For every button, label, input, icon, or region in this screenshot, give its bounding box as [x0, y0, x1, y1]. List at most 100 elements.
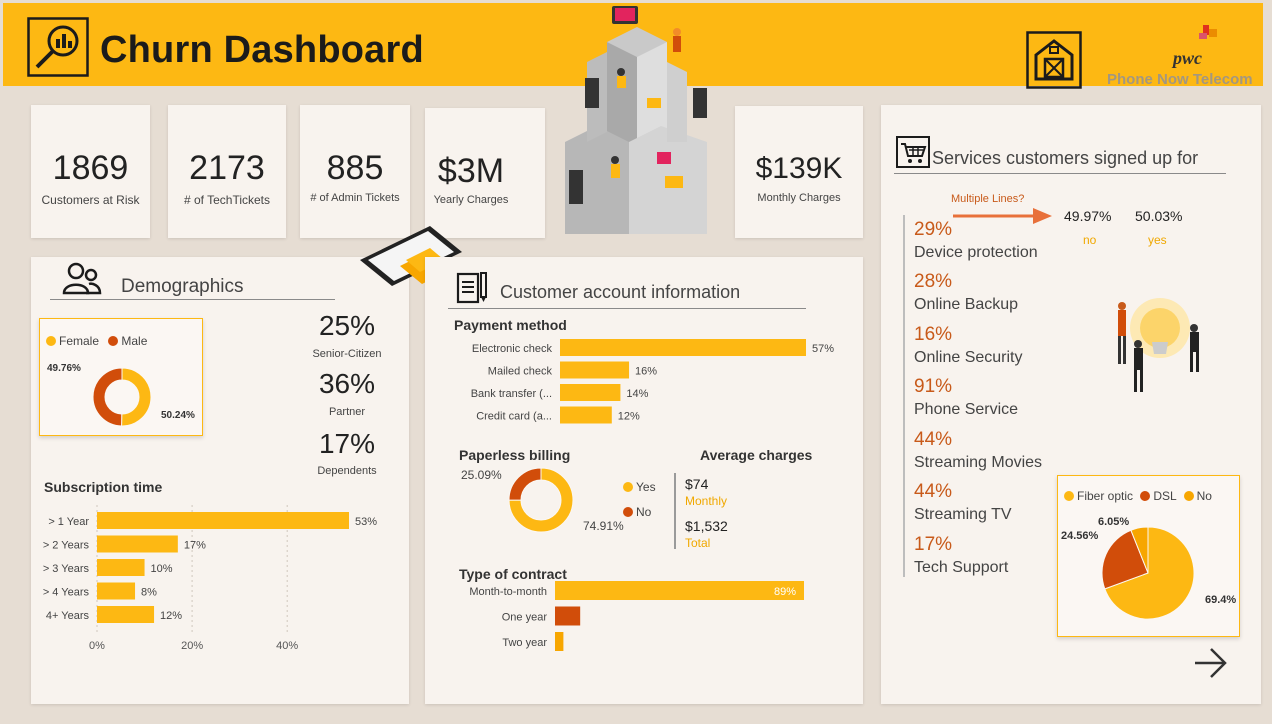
kpi-value: $139K: [755, 152, 843, 185]
subscription-bar: [97, 512, 349, 529]
subscription-value-label: 8%: [141, 587, 157, 599]
kpi-card-monthly-charges: $139K Monthly Charges: [735, 106, 863, 238]
paperless-legend-no: No: [623, 505, 651, 519]
payment-bar: [560, 339, 806, 356]
services-title: Services customers signed up for: [932, 148, 1199, 168]
internet-label-dsl: 24.56%: [1061, 530, 1099, 542]
kpi-value: 1869: [52, 149, 129, 187]
internet-service-pie-chart: [1101, 526, 1195, 620]
average-charges-title: Average charges: [700, 447, 813, 463]
kpi-value: $3M: [437, 152, 505, 190]
contract-bar: [555, 581, 804, 600]
service-name-online-backup: Online Backup: [914, 296, 1019, 313]
subscription-category-label: > 4 Years: [43, 587, 90, 599]
service-pct-phone-service: 91%: [914, 376, 953, 397]
kpi-card-customers-at-risk: 1869 Customers at Risk: [31, 105, 150, 238]
subscription-time-title: Subscription time: [44, 479, 163, 495]
payment-value-label: 12%: [618, 411, 640, 423]
page-title: Churn Dashboard: [100, 29, 424, 71]
customer-account-title: Customer account information: [500, 282, 741, 302]
average-charges-divider: [674, 473, 676, 549]
kpi-label: # of Admin Tickets: [310, 192, 400, 204]
contract-value-label: 89%: [774, 586, 796, 598]
payment-bar: [560, 384, 621, 401]
kpi-label: # of TechTickets: [183, 193, 271, 207]
partner-label: Partner: [328, 406, 366, 418]
subscription-category-label: > 2 Years: [43, 540, 90, 552]
contract-type-chart: Month-to-month 89% One year Two year: [469, 581, 804, 651]
demographics-title: Demographics: [121, 276, 244, 297]
service-name-streaming-tv: Streaming TV: [914, 506, 1012, 523]
average-total-value: $1,532: [685, 518, 728, 534]
kpi-label: Monthly Charges: [757, 192, 841, 204]
payment-method-title: Payment method: [454, 317, 567, 333]
people-icon: [62, 262, 102, 296]
pwc-logo-icon: [1199, 25, 1221, 43]
next-page-arrow-icon[interactable]: [1193, 646, 1229, 680]
contract-category-label: Month-to-month: [469, 586, 547, 598]
multiple-lines-no-value: 49.97%: [1064, 208, 1112, 224]
payment-value-label: 16%: [635, 366, 657, 378]
senior-citizen-label: Senior-Citizen: [312, 348, 382, 360]
service-pct-device-protection: 29%: [914, 219, 953, 240]
contract-category-label: One year: [502, 612, 548, 624]
subscription-value-label: 53%: [355, 516, 377, 528]
payment-category-label: Electronic check: [472, 343, 553, 355]
partner-value: 36%: [318, 368, 376, 399]
contract-category-label: Two year: [502, 637, 547, 649]
kpi-label: Yearly Charges: [433, 194, 509, 206]
isometric-office-illustration: [557, 2, 717, 236]
internet-service-chart-card: Fiber optic DSL No 6.05% 24.56% 69.4%: [1057, 475, 1240, 637]
gender-label-male: 49.76%: [47, 363, 81, 374]
demographics-divider: [50, 299, 335, 300]
subscription-category-label: 4+ Years: [46, 610, 90, 622]
dependents-label: Dependents: [317, 465, 377, 477]
lightbulb-people-illustration: [1110, 294, 1206, 394]
arrow-right-icon: [953, 207, 1053, 225]
internet-label-no: 6.05%: [1098, 516, 1130, 528]
multiple-lines-yes-value: 50.03%: [1135, 208, 1183, 224]
service-pct-online-security: 16%: [914, 324, 953, 345]
legend-label-yes: Yes: [636, 480, 656, 494]
paperless-legend-yes: Yes: [623, 480, 656, 494]
customer-account-divider: [448, 308, 806, 309]
gender-chart-card: Female Male 49.76% 50.24%: [39, 318, 203, 436]
service-pct-streaming-tv: 44%: [914, 481, 953, 502]
service-name-tech-support: Tech Support: [914, 559, 1009, 576]
payment-method-chart: Electronic check 57% Mailed check 16% Bank t…: [471, 339, 834, 424]
subscription-tick-label: 40%: [276, 640, 298, 652]
subscription-tick-label: 0%: [89, 640, 105, 652]
subscription-bar: [97, 535, 178, 553]
service-name-streaming-movies: Streaming Movies: [914, 454, 1043, 471]
paperless-slice: [508, 467, 542, 501]
subscription-category-label: > 1 Year: [48, 516, 89, 528]
subscription-time-chart: 0% 20% 40% > 1 Year 53% > 2 Years 17% > 3 Years…: [43, 505, 377, 652]
legend-label-no: No: [636, 505, 652, 519]
multiple-lines-no-label: no: [1083, 233, 1097, 247]
payment-category-label: Bank transfer (...: [471, 388, 552, 400]
payment-category-label: Credit card (a...: [476, 411, 552, 423]
pwc-logo-text: pwc: [1173, 48, 1202, 68]
kpi-value: 2173: [189, 149, 265, 187]
subscription-value-label: 12%: [160, 610, 182, 622]
shopping-cart-icon: [896, 136, 930, 168]
service-pct-streaming-movies: 44%: [914, 429, 953, 450]
payment-value-label: 57%: [812, 343, 834, 355]
company-name: Phone Now Telecom: [1107, 71, 1253, 88]
contract-bar: [555, 606, 581, 626]
gender-slice: [121, 367, 152, 427]
payment-value-label: 14%: [626, 388, 648, 400]
kpi-card-tech-tickets: 2173 # of TechTickets: [168, 105, 286, 238]
contract-bar: [555, 632, 564, 651]
internet-label-fiber: 69.4%: [1205, 594, 1237, 606]
subscription-tick-label: 20%: [181, 640, 203, 652]
service-pct-online-backup: 28%: [914, 271, 953, 292]
paperless-label-no: 25.09%: [461, 468, 502, 482]
multiple-lines-label: Multiple Lines?: [951, 193, 1025, 205]
services-list-divider: [903, 215, 905, 577]
kpi-value: 885: [326, 149, 384, 187]
subscription-category-label: > 3 Years: [43, 563, 90, 575]
payment-bar: [560, 406, 612, 424]
service-name-phone-service: Phone Service: [914, 401, 1019, 418]
kpi-card-yearly-charges: $3M Yearly Charges: [425, 108, 545, 238]
